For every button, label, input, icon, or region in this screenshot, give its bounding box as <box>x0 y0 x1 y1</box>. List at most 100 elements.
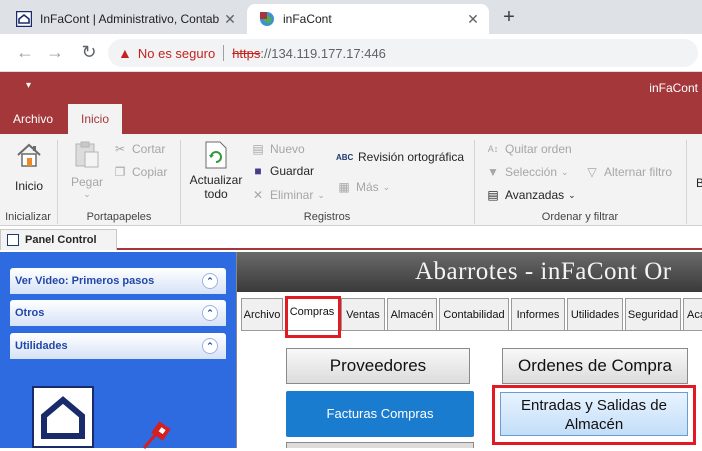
tab-utilidades[interactable]: Utilidades <box>567 298 623 330</box>
tab-acerca[interactable]: Aca <box>683 298 702 330</box>
inicio-button[interactable]: Inicio <box>8 140 50 193</box>
close-icon[interactable]: ✕ <box>463 11 483 28</box>
guardar-button[interactable]: ■ Guardar <box>250 164 314 178</box>
tab-informes[interactable]: Informes <box>511 298 565 330</box>
address-bar[interactable]: ▲ No es seguro https ://134.119.177.17:4… <box>108 39 698 67</box>
section-otros[interactable]: Otros ⌃ <box>10 300 226 326</box>
browser-tab-strip: InFaCont | Administrativo, Contab ✕ inFa… <box>0 0 702 34</box>
eliminar-label: Eliminar <box>270 188 314 202</box>
revision-label: Revisión ortográfica <box>358 150 465 164</box>
section-utilidades[interactable]: Utilidades ⌃ <box>10 333 226 359</box>
reload-icon[interactable]: ↻ <box>78 42 100 63</box>
actualizar-todo-button[interactable]: Actualizar todo <box>188 140 244 201</box>
chevron-down-icon: ⌄ <box>568 189 576 200</box>
access-globe-icon <box>260 12 274 26</box>
highlight-compras-tab <box>285 296 341 338</box>
ribbon-tab-bar: Archivo Inicio <box>0 104 702 134</box>
browser-tab-infacont-admin[interactable]: InFaCont | Administrativo, Contab ✕ <box>0 4 246 34</box>
chevron-down-icon: ⌄ <box>83 189 91 199</box>
browser-tab-title: inFaCont <box>283 12 332 26</box>
avanzadas-button[interactable]: ▤ Avanzadas ⌄ <box>485 188 576 202</box>
grid-icon: ▦ <box>338 180 350 194</box>
delete-x-icon: ✕ <box>252 188 264 202</box>
chevron-down-icon: ⌄ <box>382 181 391 192</box>
inicio-label: Inicio <box>14 179 43 193</box>
tab-ventas[interactable]: Ventas <box>341 298 385 330</box>
actualizar-label-line2: todo <box>204 187 228 201</box>
guardar-label: Guardar <box>270 164 315 178</box>
new-record-icon: ▤ <box>252 142 264 156</box>
mas-button[interactable]: ▦ Más ⌄ <box>336 180 390 194</box>
ribbon-tab-archivo[interactable]: Archivo <box>0 104 66 134</box>
facturas-compras-button[interactable]: Facturas Compras <box>286 391 474 437</box>
chevron-down-icon: ⌄ <box>317 189 325 200</box>
cortar-button[interactable]: ✂ Cortar <box>112 142 165 156</box>
copiar-button[interactable]: ❐ Copiar <box>112 165 168 179</box>
browser-tab-infacont[interactable]: inFaCont ✕ <box>247 4 489 34</box>
ordenes-de-compra-button[interactable]: Ordenes de Compra <box>502 348 688 384</box>
home-icon <box>17 143 41 167</box>
section-label: Otros <box>15 307 45 319</box>
ribbon: Inicio Inicializar Pegar ⌄ ✂ Cortar ❐ Co… <box>0 134 702 226</box>
pegar-label: Pegar <box>70 175 104 189</box>
refresh-document-icon <box>205 141 227 169</box>
mas-label: Más <box>356 180 379 194</box>
actualizar-label-line1: Actualizar <box>189 173 243 187</box>
browser-toolbar: ← → ↻ ▲ No es seguro https ://134.119.17… <box>0 34 702 72</box>
main-form: Abarrotes - inFaCont Or Archivo Compras … <box>236 252 702 448</box>
group-separator <box>686 140 687 224</box>
next-button-partial[interactable] <box>286 442 474 448</box>
proveedores-button[interactable]: Proveedores <box>286 348 470 384</box>
infacont-icon <box>16 11 32 27</box>
tab-panel-control-label: Panel Control <box>25 234 97 246</box>
security-status[interactable]: No es seguro <box>138 46 215 61</box>
tab-contabilidad[interactable]: Contabilidad <box>439 298 509 330</box>
quick-access-dropdown-icon[interactable]: ▾ <box>26 80 31 91</box>
warning-triangle-icon[interactable]: ▲ <box>118 45 132 61</box>
copy-icon: ❐ <box>114 165 126 179</box>
section-ver-video[interactable]: Ver Video: Primeros pasos ⌃ <box>10 268 226 294</box>
close-icon[interactable]: ✕ <box>220 11 240 28</box>
tab-panel-control[interactable]: Panel Control <box>0 229 117 250</box>
form-icon <box>7 234 19 246</box>
sort-az-icon: A↕ <box>487 144 499 154</box>
chevron-down-icon: ⌄ <box>561 166 569 177</box>
nuevo-button[interactable]: ▤ Nuevo <box>250 142 305 156</box>
collapse-chevron-icon[interactable]: ⌃ <box>202 273 218 289</box>
form-banner-title: Abarrotes - inFaCont Or <box>237 252 702 292</box>
eliminar-button[interactable]: ✕ Eliminar ⌄ <box>250 188 325 202</box>
forward-arrow-icon[interactable]: → <box>44 42 66 63</box>
collapse-chevron-icon[interactable]: ⌃ <box>202 305 218 321</box>
quitar-orden-button[interactable]: A↕ Quitar orden <box>485 142 572 156</box>
tab-seguridad[interactable]: Seguridad <box>625 298 681 330</box>
revision-ortografica-button[interactable]: ABC Revisión ortográfica <box>336 150 464 164</box>
divider <box>223 45 225 61</box>
truncated-ribbon-button[interactable]: B <box>696 176 702 190</box>
entradas-salidas-almacen-button[interactable]: Entradas y Salidas de Almacén <box>500 392 688 436</box>
pin-tool-icon <box>142 421 171 449</box>
infacont-logo <box>32 386 94 448</box>
ribbon-tab-inicio[interactable]: Inicio <box>68 104 123 134</box>
pegar-button[interactable]: Pegar ⌄ <box>66 140 108 200</box>
entradas-label-line1: Entradas y Salidas de <box>521 397 667 414</box>
seleccion-button[interactable]: ▼ Selección ⌄ <box>485 165 569 179</box>
browser-tab-title: InFaCont | Administrativo, Contab <box>40 12 220 26</box>
alternar-label: Alternar filtro <box>604 165 673 179</box>
filter-icon: ▽ <box>587 165 597 179</box>
app-title-bar: ▾ inFaCont <box>0 72 702 104</box>
tab-archivo[interactable]: Archivo <box>241 298 283 330</box>
back-arrow-icon[interactable]: ← <box>14 42 36 63</box>
nuevo-label: Nuevo <box>270 142 305 156</box>
save-disk-icon: ■ <box>254 164 262 178</box>
new-tab-button[interactable]: + <box>498 6 520 29</box>
group-label-registros: Registros <box>303 211 351 223</box>
entradas-label-line2: Almacén <box>564 416 624 433</box>
document-tab-bar: Panel Control <box>0 226 702 250</box>
tab-almacen[interactable]: Almacén <box>387 298 437 330</box>
collapse-chevron-icon[interactable]: ⌃ <box>202 338 218 354</box>
alternar-filtro-button[interactable]: ▽ Alternar filtro <box>584 165 672 179</box>
group-label-portapapeles: Portapapeles <box>86 211 152 223</box>
spellcheck-icon: ABC <box>336 152 354 162</box>
infacont-house-icon <box>41 396 85 439</box>
url-host: ://134.119.177.17:446 <box>260 45 386 61</box>
